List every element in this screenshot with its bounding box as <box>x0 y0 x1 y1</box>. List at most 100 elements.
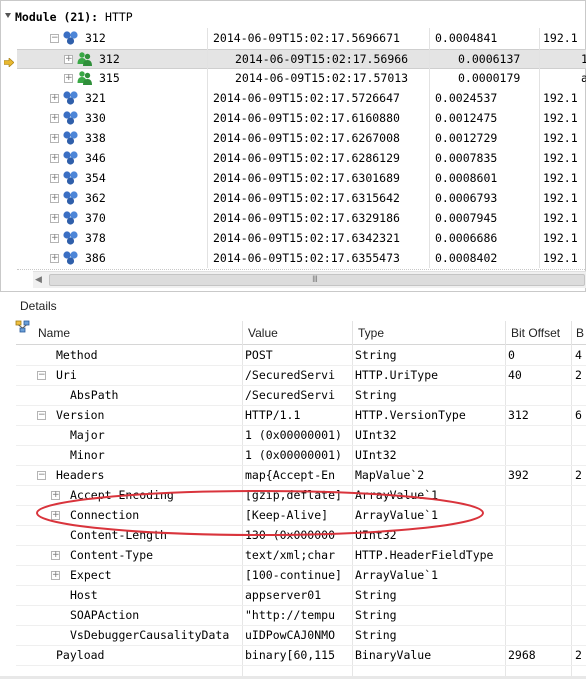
field-row[interactable]: SOAPAction "http://tempu String <box>16 606 586 626</box>
blue-molecule-icon <box>63 31 78 45</box>
blue-molecule-icon <box>63 211 78 225</box>
message-duration: 0.0012729 <box>435 131 498 145</box>
field-row[interactable]: Method POST String 0 4 <box>16 346 586 366</box>
expand-toggle-icon[interactable]: + <box>51 511 60 520</box>
field-row[interactable]: Host appserver01 String <box>16 586 586 606</box>
expand-toggle-icon[interactable]: + <box>50 194 59 203</box>
column-divider[interactable] <box>352 321 353 345</box>
message-timestamp: 2014-06-09T15:02:17.6329186 <box>213 211 400 225</box>
message-id: 312 <box>99 52 120 66</box>
expand-toggle-icon[interactable]: + <box>51 491 60 500</box>
expand-toggle-icon[interactable]: + <box>50 94 59 103</box>
field-tree-icon[interactable] <box>15 320 31 334</box>
column-divider[interactable] <box>505 321 506 345</box>
field-type: MapValue`2 <box>355 468 425 482</box>
message-row[interactable]: +346 2014-06-09T15:02:17.6286129 0.0007835… <box>17 149 586 169</box>
field-bit-length: 4 <box>575 348 582 362</box>
field-row[interactable]: VsDebuggerCausalityData uIDPowCAJ0NMO Stri… <box>16 626 586 646</box>
message-timestamp: 2014-06-09T15:02:17.6267008 <box>213 131 400 145</box>
message-address: 192.1 <box>543 211 578 225</box>
field-name: VsDebuggerCausalityData <box>70 628 230 642</box>
field-type: String <box>355 348 397 362</box>
field-row[interactable]: − Uri/SecuredServi HTTP.UriType 40 2 <box>16 366 586 386</box>
message-row[interactable]: +362 2014-06-09T15:02:17.6315642 0.0006793… <box>17 189 586 209</box>
collapse-toggle-icon[interactable]: − <box>37 471 46 480</box>
column-header-name[interactable]: Name <box>38 326 70 340</box>
field-type: String <box>355 588 397 602</box>
expand-toggle-icon[interactable]: + <box>50 134 59 143</box>
horizontal-scrollbar[interactable]: ◀ III <box>33 271 586 288</box>
expand-toggle-icon[interactable]: + <box>64 74 73 83</box>
message-row[interactable]: +315 2014-06-09T15:02:17.57013 0.0000179 ap <box>17 69 586 89</box>
column-header-bit-offset[interactable]: Bit Offset <box>511 326 560 340</box>
expand-toggle-icon[interactable]: + <box>50 254 59 263</box>
expand-toggle-icon[interactable]: + <box>50 234 59 243</box>
module-group-header[interactable]: Module (21): HTTP <box>15 10 133 24</box>
message-address: 192.1 <box>543 231 578 245</box>
column-header-value[interactable]: Value <box>248 326 278 340</box>
message-id: 312 <box>85 31 106 45</box>
field-row[interactable]: Major 1 (0x00000001) UInt32 <box>16 426 586 446</box>
message-duration: 0.0006793 <box>435 191 498 205</box>
field-row[interactable]: Content-Length 130 (0x000000 UInt32 <box>16 526 586 546</box>
field-bit-length: 2 <box>575 648 582 662</box>
expand-toggle-icon[interactable]: + <box>50 214 59 223</box>
field-row[interactable]: + Accept-Encoding [gzip,deflate] ArrayValue… <box>16 486 586 506</box>
field-bit-offset: 392 <box>508 468 529 482</box>
message-row[interactable]: +354 2014-06-09T15:02:17.6301689 0.0008601… <box>17 169 586 189</box>
message-timestamp: 2014-06-09T15:02:17.6160880 <box>213 111 400 125</box>
field-type: String <box>355 388 397 402</box>
field-name: Expect <box>70 568 112 582</box>
expand-toggle-icon[interactable]: + <box>64 55 73 64</box>
expand-toggle-icon[interactable]: + <box>50 154 59 163</box>
message-row[interactable]: +370 2014-06-09T15:02:17.6329186 0.0007945… <box>17 209 586 229</box>
column-divider[interactable] <box>242 321 243 345</box>
field-row[interactable]: + Connection [Keep-Alive] ArrayValue`1 <box>16 506 586 526</box>
column-divider[interactable] <box>571 321 572 345</box>
message-list-pane[interactable]: Module (21): HTTP − 312 2014-06-09T15:02:1… <box>0 0 586 292</box>
details-title: Details <box>20 299 57 313</box>
message-address: 192.1 <box>543 151 578 165</box>
message-address: 192.1 <box>543 131 578 145</box>
message-timestamp: 2014-06-09T15:02:17.6342321 <box>213 231 400 245</box>
field-row[interactable]: AbsPath/SecuredServi String <box>16 386 586 406</box>
message-row[interactable]: +378 2014-06-09T15:02:17.6342321 0.0006686… <box>17 229 586 249</box>
scroll-left-arrow-icon[interactable]: ◀ <box>35 275 42 285</box>
field-row[interactable]: + Expect [100-continue] ArrayValue`1 <box>16 566 586 586</box>
collapse-toggle-icon[interactable]: − <box>37 371 46 380</box>
message-id: 321 <box>85 91 106 105</box>
field-row[interactable]: − Headers map{Accept-En MapValue`2 392 2 <box>16 466 586 486</box>
field-name: SOAPAction <box>70 608 140 622</box>
expand-toggle-icon[interactable]: + <box>51 571 60 580</box>
field-value: 130 (0x000000 <box>245 528 336 542</box>
message-row[interactable]: +338 2014-06-09T15:02:17.6267008 0.0012729… <box>17 129 586 149</box>
field-row[interactable]: Minor 1 (0x00000001) UInt32 <box>16 446 586 466</box>
field-row[interactable]: Payload binary[60,115 BinaryValue 2968 2 <box>16 646 586 666</box>
field-type: ArrayValue`1 <box>355 568 439 582</box>
collapse-toggle-icon[interactable]: − <box>37 411 46 420</box>
field-row[interactable]: − Version HTTP/1.1 HTTP.VersionType 312 6 <box>16 406 586 426</box>
expand-toggle-icon[interactable]: + <box>50 114 59 123</box>
field-value: appserver01 <box>245 588 322 602</box>
field-name: Minor <box>70 448 105 462</box>
message-row[interactable]: +321 2014-06-09T15:02:17.5726647 0.0024537… <box>17 89 586 109</box>
column-header-type[interactable]: Type <box>358 326 384 340</box>
field-name: Connection <box>70 508 140 522</box>
blue-molecule-icon <box>63 91 78 105</box>
field-row[interactable]: + Content-Type text/xml;char HTTP.HeaderFie… <box>16 546 586 566</box>
collapse-triangle-icon[interactable] <box>4 11 12 21</box>
message-row[interactable]: − 312 2014-06-09T15:02:17.5696671 0.0004841… <box>17 29 586 49</box>
message-duration: 0.0004841 <box>435 31 498 45</box>
blue-molecule-icon <box>63 251 78 265</box>
message-row[interactable]: +330 2014-06-09T15:02:17.6160880 0.0012475… <box>17 109 586 129</box>
message-id: 338 <box>85 131 106 145</box>
message-row[interactable]: +386 2014-06-09T15:02:17.6355473 0.0008402… <box>17 249 586 269</box>
scrollbar-thumb[interactable]: III <box>49 274 585 286</box>
field-name: Headers <box>56 468 105 482</box>
message-id: 362 <box>85 191 106 205</box>
collapse-toggle-icon[interactable]: − <box>50 34 59 43</box>
message-row[interactable]: +312 2014-06-09T15:02:17.56966 0.0006137 19 <box>3 49 586 69</box>
expand-toggle-icon[interactable]: + <box>50 174 59 183</box>
column-header-bit-length[interactable]: B <box>576 326 584 340</box>
expand-toggle-icon[interactable]: + <box>51 551 60 560</box>
